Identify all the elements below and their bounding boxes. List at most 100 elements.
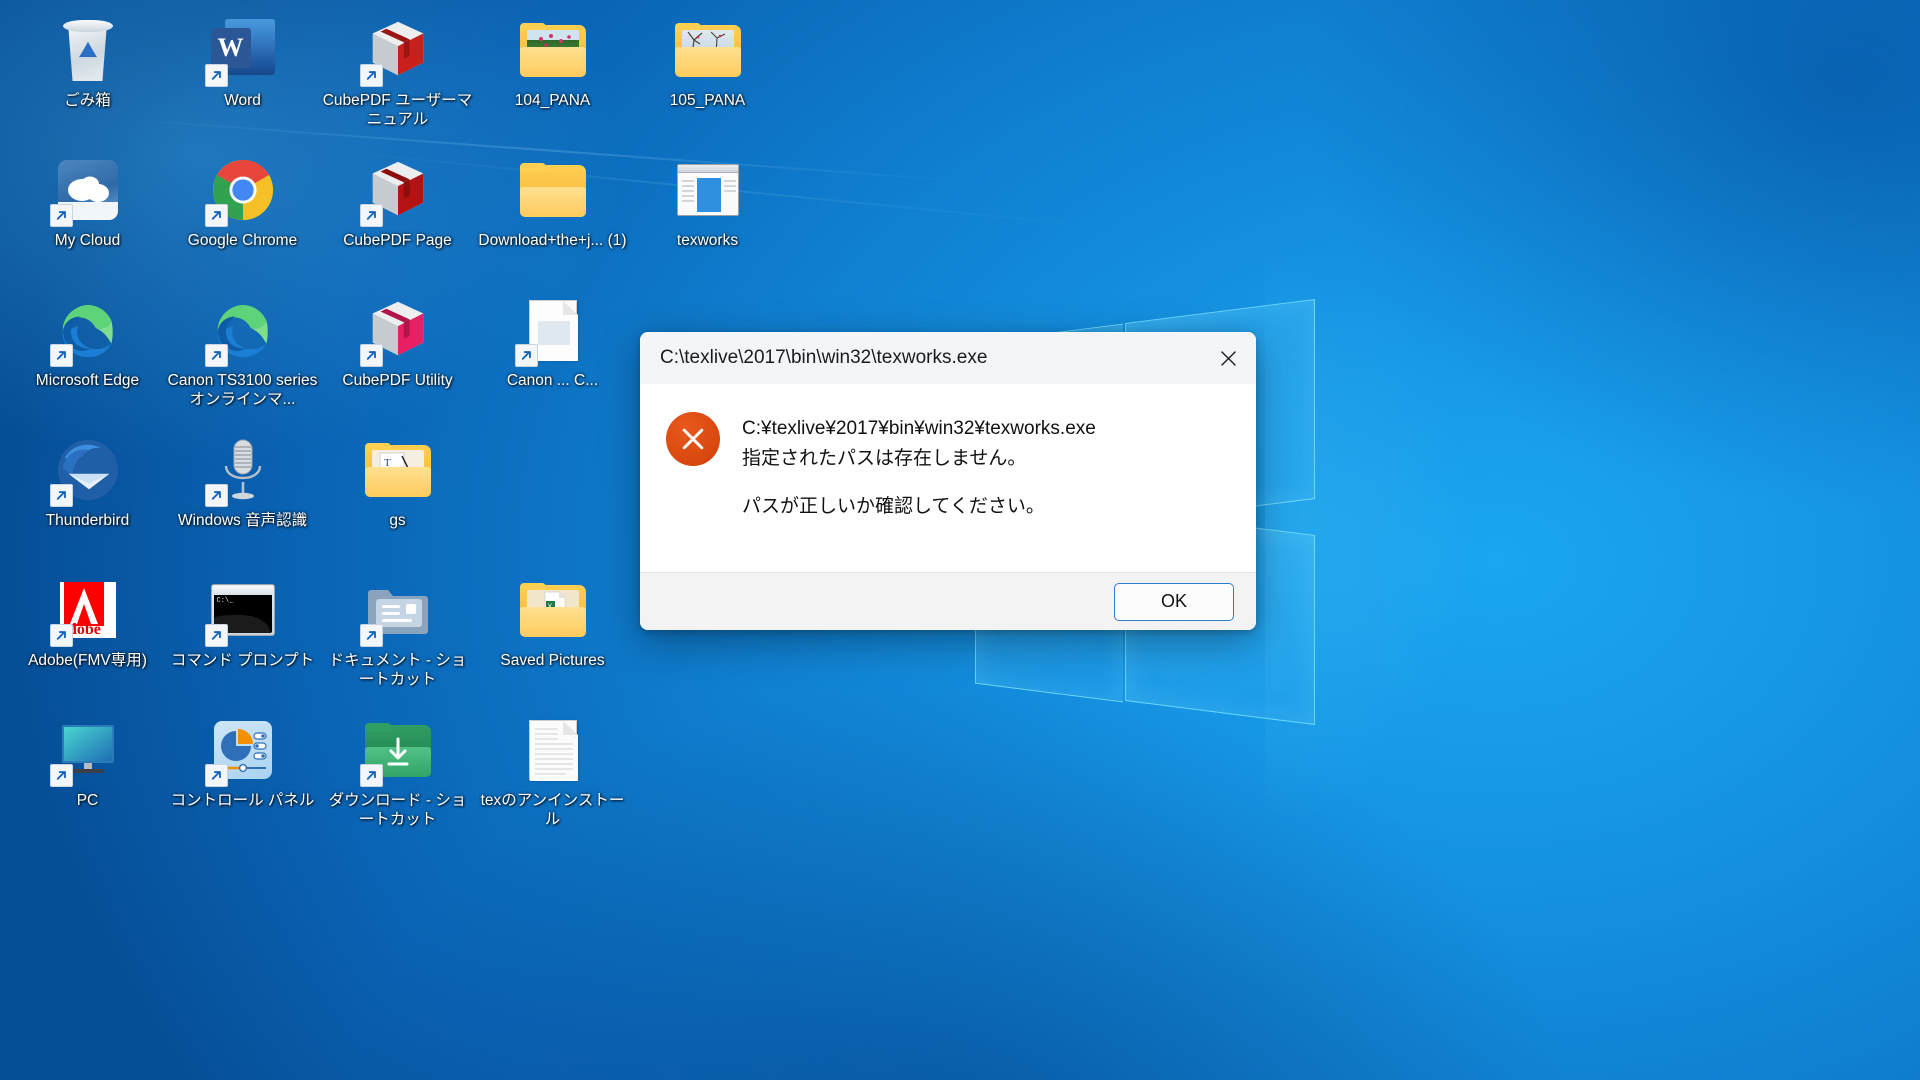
desktop-icon-image: [52, 14, 124, 86]
desktop-icon[interactable]: Windows 音声認識: [165, 426, 320, 566]
desktop-icon-image: X: [517, 574, 589, 646]
desktop-icon[interactable]: ごみ箱: [10, 6, 165, 146]
desktop-icon-image: [362, 714, 434, 786]
desktop-icon-image: [517, 154, 589, 226]
desktop-icon[interactable]: Google Chrome: [165, 146, 320, 286]
desktop-icon-label: ごみ箱: [13, 91, 163, 110]
error-dialog: C:\texlive\2017\bin\win32\texworks.exe C…: [640, 332, 1256, 630]
desktop-icon-empty-slot: [630, 706, 785, 846]
dialog-message: C:¥texlive¥2017¥bin¥win32¥texworks.exe 指…: [742, 410, 1096, 572]
desktop-icon[interactable]: 104_PANA: [475, 6, 630, 146]
shortcut-arrow-icon: [360, 204, 383, 227]
dialog-title: C:\texlive\2017\bin\win32\texworks.exe: [660, 347, 987, 369]
desktop-icon-label: gs: [323, 511, 473, 530]
shortcut-arrow-icon: [50, 624, 73, 647]
shortcut-arrow-icon: [205, 204, 228, 227]
dialog-title-bar: C:\texlive\2017\bin\win32\texworks.exe: [640, 332, 1256, 384]
desktop-icon-label: ダウンロード - ショートカット: [323, 791, 473, 829]
shortcut-arrow-icon: [205, 484, 228, 507]
desktop-icon-image: [672, 154, 744, 226]
pictures-folder-icon: X: [520, 583, 586, 637]
shortcut-arrow-icon: [515, 344, 538, 367]
shortcut-arrow-icon: [205, 64, 228, 87]
desktop-icon-label: ドキュメント - ショートカット: [323, 651, 473, 689]
desktop-icon[interactable]: Thunderbird: [10, 426, 165, 566]
shortcut-arrow-icon: [360, 624, 383, 647]
desktop-icon[interactable]: 105_PANA: [630, 6, 785, 146]
desktop-icon-image: [517, 294, 589, 366]
desktop-icon[interactable]: Canon ... C...: [475, 286, 630, 426]
folder-icon: T: [365, 443, 431, 497]
desktop-icon[interactable]: Download+the+j... (1): [475, 146, 630, 286]
desktop-icon[interactable]: X Saved Pictures: [475, 566, 630, 706]
desktop-icon-image: [52, 714, 124, 786]
error-cross-icon: [666, 412, 720, 466]
shortcut-arrow-icon: [50, 484, 73, 507]
desktop-icon[interactable]: コントロール パネル: [165, 706, 320, 846]
ok-button[interactable]: OK: [1114, 583, 1234, 621]
dialog-message-line-3: パスが正しいか確認してください。: [742, 492, 1096, 522]
desktop-icon-label: コマンド プロンプト: [168, 651, 318, 670]
desktop-icon-image: C:\_: [207, 574, 279, 646]
desktop-icon-label: CubePDF Utility: [323, 371, 473, 390]
desktop-icon-label: Thunderbird: [13, 511, 163, 530]
shortcut-arrow-icon: [205, 344, 228, 367]
desktop-icon-label: Download+the+j... (1): [478, 231, 628, 250]
desktop-icon-label: Word: [168, 91, 318, 110]
desktop-icon-image: W: [207, 14, 279, 86]
desktop-icon-image: [207, 714, 279, 786]
desktop-icon-label: My Cloud: [13, 231, 163, 250]
desktop-icon[interactable]: ドキュメント - ショートカット: [320, 566, 475, 706]
shortcut-arrow-icon: [50, 344, 73, 367]
texworks-icon: [677, 164, 739, 216]
desktop-icon[interactable]: ダウンロード - ショートカット: [320, 706, 475, 846]
desktop-icon-image: [362, 14, 434, 86]
desktop-icon-image: [52, 434, 124, 506]
shortcut-arrow-icon: [205, 624, 228, 647]
folder-icon: [520, 163, 586, 217]
desktop-icon-image: [52, 294, 124, 366]
desktop-icon[interactable]: My Cloud: [10, 146, 165, 286]
shortcut-arrow-icon: [360, 344, 383, 367]
desktop-icon[interactable]: CubePDF Utility: [320, 286, 475, 426]
desktop-icon[interactable]: CubePDF Page: [320, 146, 475, 286]
desktop-icon-label: Google Chrome: [168, 231, 318, 250]
shortcut-arrow-icon: [50, 204, 73, 227]
desktop-icon[interactable]: Canon TS3100 series オンラインマ...: [165, 286, 320, 426]
desktop-icon[interactable]: C:\_ コマンド プロンプト: [165, 566, 320, 706]
desktop-icon-label: Canon ... C...: [478, 371, 628, 390]
desktop-icon-image: [362, 574, 434, 646]
dialog-message-spacer: [742, 474, 1096, 492]
desktop-icon-label: texworks: [633, 231, 783, 250]
dialog-body: C:¥texlive¥2017¥bin¥win32¥texworks.exe 指…: [640, 384, 1256, 572]
desktop-icon-empty-slot: [475, 426, 630, 566]
desktop-icon-label: Saved Pictures: [478, 651, 628, 670]
close-icon[interactable]: [1200, 332, 1256, 384]
desktop-icon[interactable]: texworks: [630, 146, 785, 286]
desktop-icon-image: [207, 154, 279, 226]
shortcut-arrow-icon: [205, 764, 228, 787]
logo-glow: [1265, 255, 1685, 815]
desktop-icon[interactable]: Microsoft Edge: [10, 286, 165, 426]
shortcut-arrow-icon: [50, 764, 73, 787]
desktop-icon-label: texのアンインストール: [478, 791, 628, 829]
desktop-icon-label: CubePDF Page: [323, 231, 473, 250]
desktop-icon[interactable]: texのアンインストール: [475, 706, 630, 846]
photo-folder-icon: [675, 23, 741, 77]
desktop-icon-label: Microsoft Edge: [13, 371, 163, 390]
dialog-footer: OK: [640, 572, 1256, 630]
desktop-icon-label: 104_PANA: [478, 91, 628, 110]
desktop-icon-image: dobe: [52, 574, 124, 646]
desktop-icon[interactable]: W Word: [165, 6, 320, 146]
desktop-icon-image: [207, 294, 279, 366]
desktop-icon-label: コントロール パネル: [168, 791, 318, 810]
desktop-icon-image: [517, 14, 589, 86]
desktop-icon[interactable]: CubePDF ユーザーマニュアル: [320, 6, 475, 146]
desktop-icon[interactable]: dobeAdobe(FMV専用): [10, 566, 165, 706]
desktop-icon-image: [52, 154, 124, 226]
desktop-icon-image: [672, 14, 744, 86]
desktop-icon-image: [362, 294, 434, 366]
desktop-icon[interactable]: Tgs: [320, 426, 475, 566]
desktop-icon[interactable]: PC: [10, 706, 165, 846]
desktop-icon-label: PC: [13, 791, 163, 810]
